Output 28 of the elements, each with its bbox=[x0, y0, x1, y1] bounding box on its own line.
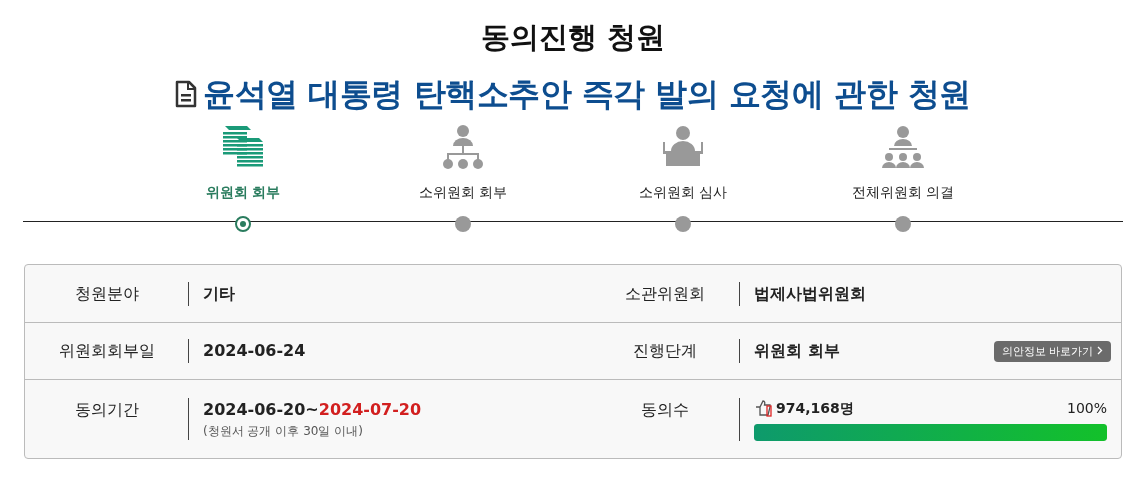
chevron-right-icon bbox=[1097, 345, 1103, 355]
field-label: 소관위원회 bbox=[624, 282, 706, 305]
step-label: 소위원회 회부 bbox=[418, 183, 508, 202]
document-icon bbox=[175, 80, 198, 108]
field-label: 청원분야 bbox=[73, 282, 140, 305]
hierarchy-icon bbox=[441, 124, 485, 170]
field-value: 위원회 회부 bbox=[754, 340, 840, 362]
field-value: 기타 bbox=[203, 282, 236, 305]
period-end: 2024-07-20 bbox=[318, 400, 422, 419]
step-label: 위원회 회부 bbox=[205, 183, 281, 202]
period-note: (청원서 공개 이후 30일 이내) bbox=[203, 423, 364, 440]
agree-count: 974,168명 bbox=[776, 399, 854, 418]
thumbs-up-icon bbox=[754, 399, 772, 417]
assembly-icon bbox=[881, 124, 925, 170]
paper-stack-icon bbox=[221, 124, 265, 170]
petition-title: 윤석열 대통령 탄핵소추안 즉각 발의 요청에 관한 청원 bbox=[203, 74, 971, 114]
page-title: 동의진행 청원 bbox=[480, 19, 666, 56]
field-label: 위원회회부일 bbox=[57, 340, 156, 362]
field-label: 진행단계 bbox=[632, 340, 698, 362]
field-label: 동의기간 bbox=[73, 399, 140, 421]
step-label: 소위원회 심사 bbox=[638, 183, 728, 202]
field-label: 동의수 bbox=[640, 399, 690, 421]
step-label: 전체위원회 의결 bbox=[851, 183, 955, 202]
field-value: 2024-06-24 bbox=[203, 340, 307, 362]
field-value: 법제사법위원회 bbox=[754, 282, 867, 305]
agree-percent: 100% bbox=[1066, 399, 1107, 418]
period-start: 2024-06-20~ bbox=[203, 400, 319, 419]
bill-info-link[interactable]: 의안정보 바로가기 bbox=[993, 340, 1111, 362]
